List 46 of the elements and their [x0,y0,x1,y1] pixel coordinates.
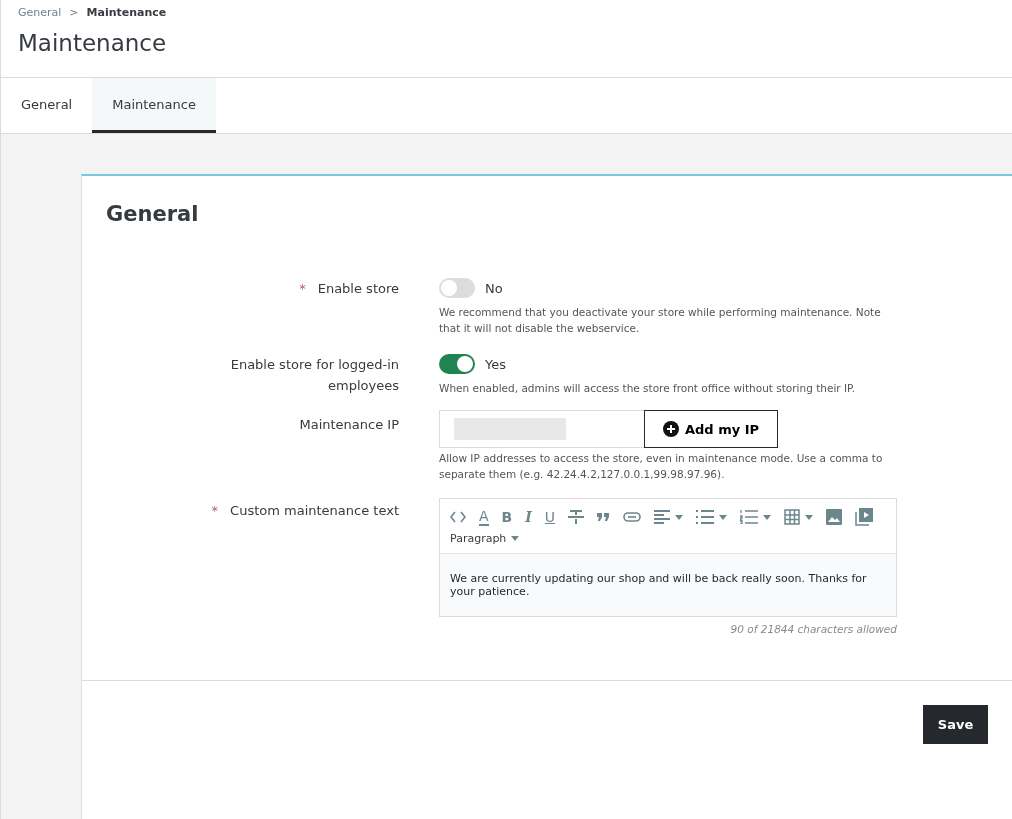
format-button[interactable]: A [479,508,489,526]
field-label: Custom maintenance text [230,502,399,520]
image-icon[interactable] [826,509,843,525]
breadcrumb-link[interactable]: General [18,5,62,19]
rich-text-editor[interactable]: A B I U Paragraph We are currently updating our shop and will be back really soon. Thanks for your patience. [439,498,897,617]
save-button[interactable]: Save [923,705,988,744]
help-text: We recommend that you deactivate your store while performing maintenance. Note that it will not disable the webservice. [439,305,882,336]
format-button[interactable]: I [525,509,532,525]
tab[interactable]: General [1,78,93,133]
caret-icon [719,514,728,520]
ip-input-field[interactable] [439,410,644,448]
help-text: Allow IP addresses to access the store, even in maintenance mode. Use a comma to separate them (e.g. 42.24.4.2,127.0.0.1,99.98.97.96). [439,451,884,482]
required-asterisk: * [211,502,219,520]
toggle-switch[interactable] [439,278,475,298]
paragraph-dropdown[interactable]: Paragraph [450,532,507,545]
tab[interactable]: Maintenance [92,78,216,133]
table-icon[interactable] [784,509,801,525]
code-icon[interactable] [450,511,466,523]
toggle-switch[interactable] [439,354,475,374]
editor-text: We are currently updating our shop and will be back really soon. Thanks for your patience. [440,553,896,616]
format-button[interactable]: B [501,509,513,525]
breadcrumb-separator: > [69,5,79,19]
required-asterisk: * [299,280,306,298]
switch-state-label: No [485,280,503,296]
video-icon[interactable] [855,508,874,526]
caret-icon [805,514,814,520]
add-ip-button[interactable]: Add my IP [644,410,779,448]
card-title: General [106,202,200,226]
field-label: Maintenance IP [299,416,399,434]
field-label: Enable store for logged-in employees [229,356,399,395]
switch-state-label: Yes [485,356,506,372]
numbered-list-icon[interactable] [740,510,759,524]
caret-icon [511,536,520,541]
caret-icon [763,514,772,520]
link-icon[interactable] [623,512,642,522]
format-button[interactable]: U [544,509,556,525]
field-label: Enable store [317,280,399,298]
align-left-icon[interactable] [654,510,671,524]
strikethrough-icon[interactable] [568,510,585,524]
bullet-list-icon[interactable] [696,510,715,524]
page-title: Maintenance [18,30,168,56]
quote-icon[interactable] [597,513,611,521]
caret-icon [675,514,684,520]
help-text: When enabled, admins will access the store front office without storing their IP. [439,381,857,396]
character-counter: 90 of 21844 characters allowed [729,623,897,635]
plus-circle-icon [663,421,679,437]
